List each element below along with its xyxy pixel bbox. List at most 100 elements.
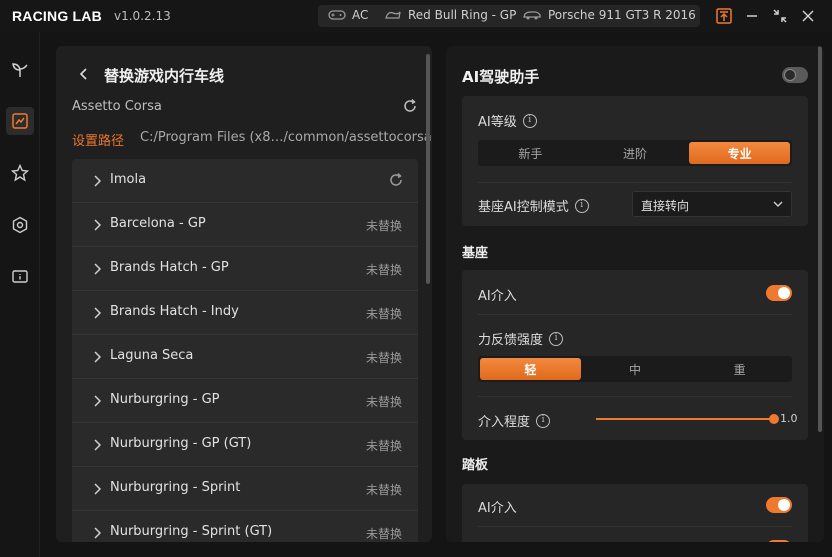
info-icon[interactable]: i (574, 198, 589, 213)
star-icon (11, 164, 29, 182)
chevron-right-icon (94, 175, 102, 187)
close-button[interactable] (798, 6, 818, 26)
intervene-degree-value: 1.0 (780, 412, 798, 425)
base-ai-intervene-toggle[interactable] (766, 285, 792, 301)
restore-button[interactable] (770, 6, 790, 26)
pedal-settings-card: AI介入 (462, 484, 808, 542)
intervene-degree-label: 介入程度 i (478, 411, 551, 430)
info-icon[interactable]: i (549, 331, 564, 346)
track-name: Barcelona - GP (110, 216, 206, 231)
close-icon (802, 10, 814, 22)
control-mode-label: 基座AI控制模式 i (478, 196, 589, 215)
info-icon[interactable]: i (536, 413, 551, 428)
session-game-label: AC (352, 8, 369, 22)
divider (478, 396, 792, 397)
track-status: 未替换 (365, 351, 402, 365)
track-name: Nurburgring - GP (110, 392, 220, 407)
ai-level-option[interactable]: 专业 (689, 142, 790, 164)
app-version: v1.0.2.13 (114, 9, 171, 23)
racing-line-panel: 替换游戏内行车线 Assetto Corsa 设置路径 C:/Program F… (56, 46, 432, 542)
track-row[interactable]: Brands Hatch - GP 未替换 (72, 247, 418, 291)
nav-info[interactable] (6, 263, 34, 291)
chevron-right-icon (94, 263, 102, 275)
pedal-ai-intervene-toggle[interactable] (766, 497, 792, 513)
ffb-option[interactable]: 中 (583, 356, 688, 382)
brand-logo: RACING LAB (12, 8, 102, 24)
track-row[interactable]: Nurburgring - GP (GT) 未替换 (72, 423, 418, 467)
refresh-button[interactable] (402, 98, 418, 114)
panel-title: 替换游戏内行车线 (104, 67, 225, 85)
ffb-option[interactable]: 轻 (480, 358, 581, 380)
chart-icon (12, 113, 28, 129)
track-row[interactable]: Imola (72, 159, 418, 203)
track-status: 未替换 (365, 307, 402, 321)
refresh-icon[interactable] (388, 172, 404, 188)
ai-level-label: AI等级 i (478, 111, 537, 130)
track-row[interactable]: Nurburgring - Sprint (GT) 未替换 (72, 511, 418, 542)
track-status: 未替换 (365, 439, 402, 453)
slider-handle[interactable] (769, 414, 779, 424)
ffb-strength-selector: 轻中重 (478, 356, 792, 382)
track-name: Brands Hatch - Indy (110, 304, 239, 319)
chevron-left-icon (79, 68, 87, 80)
pin-top-button[interactable] (714, 6, 734, 26)
back-button[interactable] (76, 66, 92, 82)
sprout-icon (12, 63, 28, 77)
ai-settings-card: AI等级 i 新手 进阶 专业 基座AI控制模式 i 直接转向 (462, 96, 808, 226)
ffb-strength-label: 力反馈强度 i (478, 329, 564, 348)
nav-favorites[interactable] (6, 159, 34, 187)
minimize-button[interactable] (742, 6, 762, 26)
track-icon (385, 11, 401, 19)
track-row[interactable]: Laguna Seca 未替换 (72, 335, 418, 379)
track-name: Laguna Seca (110, 348, 194, 363)
track-status: 未替换 (365, 527, 402, 541)
nav-sprout[interactable] (6, 56, 34, 84)
divider (478, 314, 792, 315)
track-status: 未替换 (365, 395, 402, 409)
ai-level-option[interactable]: 进阶 (583, 140, 688, 166)
track-name: Imola (110, 172, 147, 187)
install-path: C:/Program Files (x8…/common/assettocors… (140, 130, 432, 145)
session-game: AC (328, 8, 368, 22)
game-name: Assetto Corsa (72, 99, 162, 114)
chevron-down-icon (773, 201, 783, 207)
scrollbar[interactable] (426, 54, 430, 284)
track-name: Nurburgring - Sprint (GT) (110, 524, 273, 539)
chevron-right-icon (94, 395, 102, 407)
track-row[interactable]: Barcelona - GP 未替换 (72, 203, 418, 247)
ai-assist-toggle[interactable] (782, 67, 808, 83)
section-pedal: 踏板 (462, 458, 489, 473)
track-row[interactable]: Nurburgring - GP 未替换 (72, 379, 418, 423)
session-car: Porsche 911 GT3 R 2016 (522, 8, 696, 22)
chevron-right-icon (94, 527, 102, 539)
track-name: Nurburgring - GP (GT) (110, 436, 252, 451)
track-list: Imola Barcelona - GP 未替换 Brands Hatch - GP 未… (72, 159, 418, 542)
ffb-option[interactable]: 重 (687, 356, 792, 382)
session-info: AC Red Bull Ring - GP Porsche 911 GT3 R … (318, 5, 700, 27)
info-icon[interactable]: i (522, 113, 537, 128)
divider (478, 182, 792, 183)
session-track-label: Red Bull Ring - GP (408, 8, 517, 22)
chevron-right-icon (94, 219, 102, 231)
scrollbar[interactable] (818, 46, 822, 432)
pin-top-icon (716, 8, 732, 24)
car-icon (523, 11, 541, 20)
intervene-degree-slider[interactable] (596, 418, 774, 420)
control-mode-select[interactable]: 直接转向 (632, 191, 792, 217)
settings-icon (12, 216, 28, 234)
section-base: 基座 (462, 246, 489, 261)
nav-settings[interactable] (6, 211, 34, 239)
refresh-icon (404, 98, 416, 112)
nav-chart[interactable] (6, 107, 34, 135)
track-status: 未替换 (365, 263, 402, 277)
pedal-secondary-toggle[interactable] (766, 540, 792, 542)
track-row[interactable]: Brands Hatch - Indy 未替换 (72, 291, 418, 335)
chevron-right-icon (94, 351, 102, 363)
ai-level-option[interactable]: 新手 (478, 140, 583, 166)
minimize-icon (747, 15, 757, 17)
session-car-label: Porsche 911 GT3 R 2016 (548, 8, 696, 22)
set-path-link[interactable]: 设置路径 (72, 130, 124, 149)
ai-assist-panel: AI驾驶助手 AI等级 i 新手 进阶 专业 基座AI控制模式 i 直接转向 基座 AI… (446, 46, 824, 542)
track-row[interactable]: Nurburgring - Sprint 未替换 (72, 467, 418, 511)
chevron-right-icon (94, 439, 102, 451)
